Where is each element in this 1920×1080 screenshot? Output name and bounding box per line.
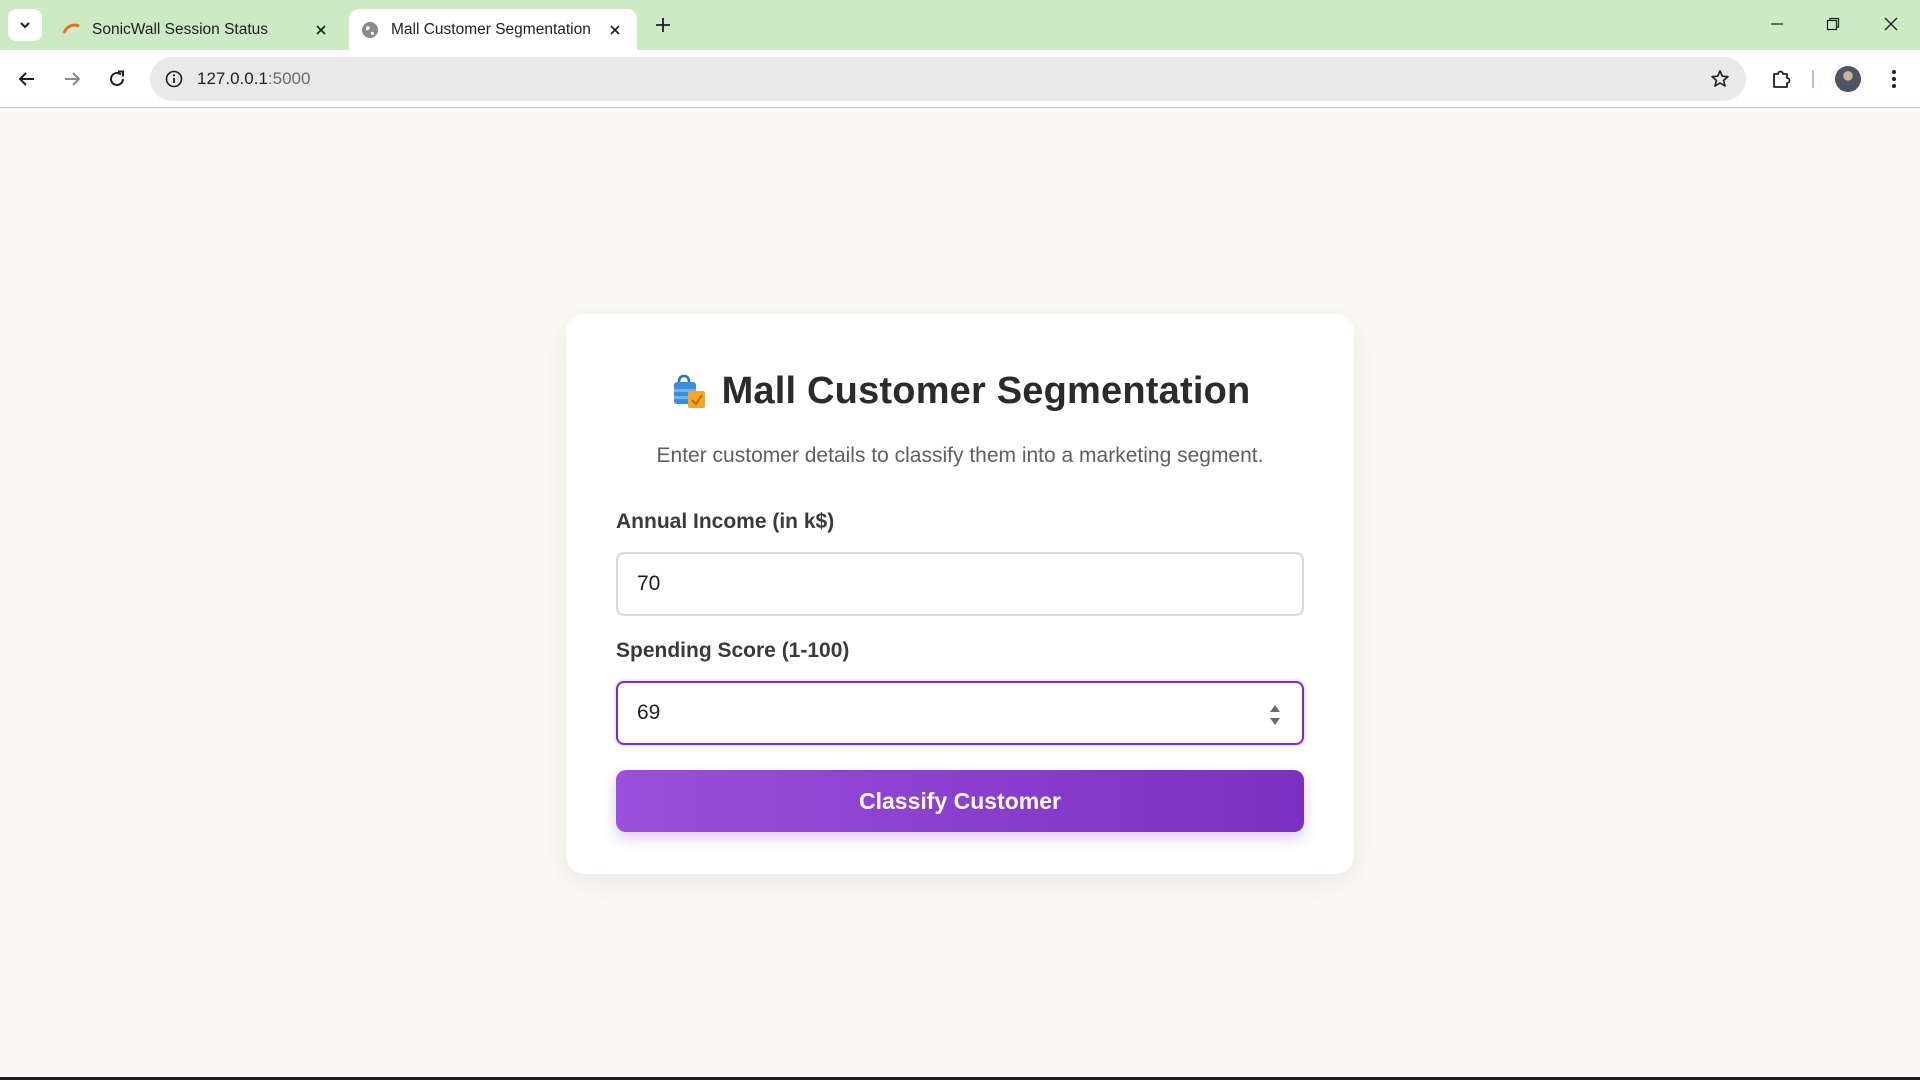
kebab-menu-icon [1892,70,1896,88]
arrow-left-icon [18,72,34,86]
shopping-bags-icon [670,373,708,411]
forward-button[interactable] [55,62,89,96]
url-host: 127.0.0.1 [197,69,268,88]
restore-button[interactable] [1816,8,1850,40]
site-info-icon[interactable] [160,65,188,93]
annual-income-value: 70 [637,572,661,595]
plus-icon [656,18,670,32]
globe-icon [361,21,379,39]
tab-strip: SonicWall Session Status Mall Customer S… [0,0,1920,50]
tab-search-button[interactable] [8,9,42,41]
bookmark-star-icon[interactable] [1706,65,1734,93]
puzzle-icon [1773,70,1791,88]
annual-income-input[interactable]: 70 [616,552,1304,616]
page-title: Mall Customer Segmentation [566,370,1354,413]
minimize-icon [1771,23,1783,25]
tab-mall-customer-segmentation[interactable]: Mall Customer Segmentation [349,9,637,50]
spending-score-input[interactable]: 69 [616,681,1304,745]
spending-score-label: Spending Score (1-100) [616,639,850,662]
tab-title: Mall Customer Segmentation [391,20,591,38]
tab-title: SonicWall Session Status [92,20,269,38]
tab-sonicwall[interactable]: SonicWall Session Status [50,9,343,50]
spending-score-value: 69 [637,701,661,724]
sonicwall-logo-icon [62,21,80,39]
back-button[interactable] [10,62,44,96]
annual-income-label: Annual Income (in k$) [616,510,835,533]
browser-menu-button[interactable] [1877,62,1911,96]
reload-icon [110,70,124,86]
restore-icon [1826,17,1840,31]
page-subtitle: Enter customer details to classify them … [656,444,1264,467]
profile-avatar[interactable] [1835,66,1861,92]
browser-toolbar: 127.0.0.1:5000 [0,50,1920,108]
page-title-text: Mall Customer Segmentation [721,370,1251,412]
url-text: 127.0.0.1:5000 [197,69,310,89]
segmentation-card: Mall Customer Segmentation Enter custome… [566,314,1354,874]
close-tab-icon[interactable] [309,18,333,42]
close-tab-icon[interactable] [603,18,627,42]
minimize-button[interactable] [1760,8,1794,40]
page-content: Mall Customer Segmentation Enter custome… [0,108,1920,1077]
close-window-button[interactable] [1874,8,1908,40]
extensions-button[interactable] [1764,62,1798,96]
reload-button[interactable] [100,62,134,96]
toolbar-divider [1812,70,1814,88]
arrow-right-icon [65,72,81,86]
number-spinner-icon[interactable] [1268,701,1282,729]
address-bar[interactable]: 127.0.0.1:5000 [150,57,1746,101]
chevron-down-icon [20,22,30,29]
classify-customer-button[interactable]: Classify Customer [616,770,1304,832]
close-icon [1884,17,1898,31]
url-port: :5000 [267,69,311,88]
new-tab-button[interactable] [650,12,676,38]
